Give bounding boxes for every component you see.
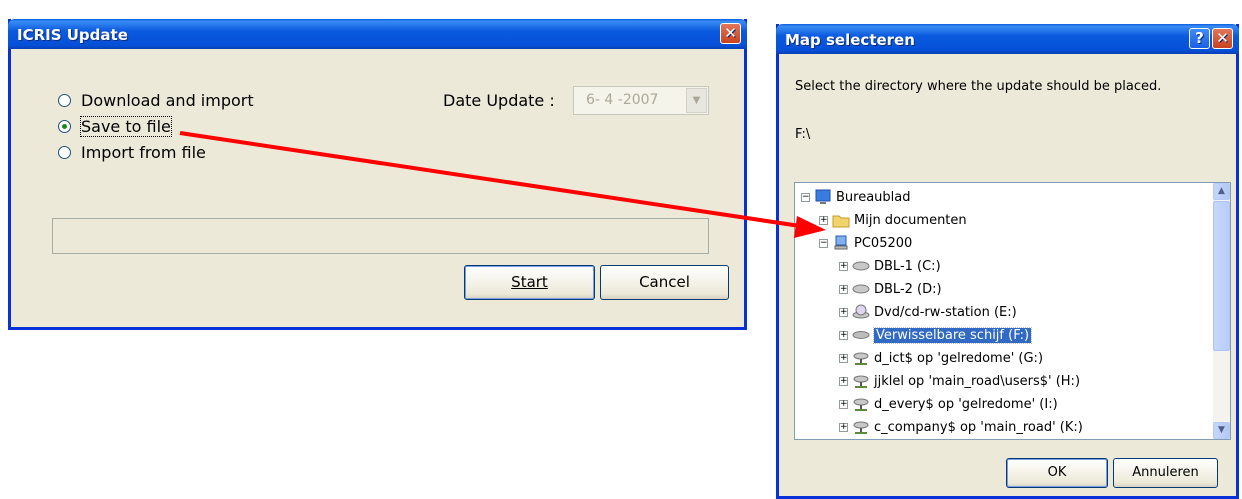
tree-item[interactable]: + Dvd/cd-rw-station (E:) [839,301,1017,323]
expand-icon[interactable]: + [839,376,848,386]
tree-item[interactable]: − Bureaublad [801,186,911,208]
drive-icon [852,258,874,274]
cancel-button-label: Cancel [639,273,690,291]
expand-icon[interactable]: + [819,215,828,225]
radio-icon[interactable] [58,94,71,107]
instruction-text: Select the directory where the update sh… [795,79,1162,94]
tree-item[interactable]: + c_company$ op 'main_road' (K:) [839,416,1083,438]
current-path: F:\ [795,127,811,142]
icris-title: ICRIS Update [17,26,128,44]
tree-item-label: Mijn documenten [854,212,967,228]
folder-tree[interactable]: ▲ ▼ − Bureaublad + Mijn documenten − PC05200 +… [794,182,1231,440]
tree-item[interactable]: + d_ict$ op 'gelredome' (G:) [839,347,1043,369]
tree-item-label: jjklel op 'main_road\users$' (H:) [874,373,1081,389]
tree-item-label: Verwisselbare schijf (F:) [872,326,1033,344]
option-save-to-file[interactable]: Save to file [58,116,172,137]
option-download-and-import[interactable]: Download and import [58,91,254,110]
close-icon[interactable]: ✕ [1212,28,1233,49]
network-drive-icon [852,396,874,412]
cancel-button[interactable]: Cancel [600,265,729,300]
network-drive-icon [852,373,874,389]
tree-item[interactable]: + Mijn documenten [819,209,967,231]
start-button[interactable]: Start [464,265,595,300]
radio-icon[interactable] [58,146,71,159]
expand-icon[interactable]: + [839,422,848,432]
tree-item[interactable]: + jjklel op 'main_road\users$' (H:) [839,370,1080,392]
radio-selected-icon[interactable] [58,120,71,133]
start-button-label: Start [511,273,548,291]
collapse-icon[interactable]: − [801,192,810,202]
network-drive-icon [852,419,874,435]
expand-icon[interactable]: + [839,307,848,317]
cd-drive-icon [852,304,874,320]
date-update-value: 6- 4 -2007 [586,92,659,108]
folder-title: Map selecteren [785,31,915,49]
option-import-from-file[interactable]: Import from file [58,143,206,162]
expand-icon[interactable]: + [839,261,848,271]
option-label: Save to file [80,116,172,137]
tree-item-label: d_every$ op 'gelredome' (I:) [874,396,1058,412]
tree-item-label: c_company$ op 'main_road' (K:) [874,419,1083,435]
tree-item-label: d_ict$ op 'gelredome' (G:) [874,350,1044,366]
annuleren-button[interactable]: Annuleren [1113,458,1218,488]
chevron-down-icon[interactable]: ▼ [686,88,707,113]
date-update-picker[interactable]: 6- 4 -2007 ▼ [573,86,709,115]
expand-icon[interactable]: + [839,353,848,363]
icris-body: Download and import Save to file Import … [11,49,744,327]
expand-icon[interactable]: + [839,399,848,409]
option-label: Import from file [81,143,206,162]
removable-drive-icon [852,327,874,343]
folder-body: Select the directory where the update sh… [779,54,1236,496]
progress-bar [52,218,709,254]
network-drive-icon [852,350,874,366]
ok-button-label: OK [1047,465,1067,480]
collapse-icon[interactable]: − [819,238,828,248]
annuleren-button-label: Annuleren [1132,465,1199,480]
icris-titlebar[interactable]: ICRIS Update ✕ [8,19,747,49]
scroll-thumb[interactable] [1213,201,1230,351]
tree-item[interactable]: + d_every$ op 'gelredome' (I:) [839,393,1058,415]
tree-item[interactable]: + DBL-1 (C:) [839,255,941,277]
tree-item-label: PC05200 [854,235,913,251]
folder-icon [832,212,854,228]
expand-icon[interactable]: + [839,330,848,340]
folder-titlebar[interactable]: Map selecteren ? ✕ [776,24,1239,54]
tree-item-label: DBL-1 (C:) [874,258,941,274]
tree-item[interactable]: + Verwisselbare schijf (F:) [839,324,1033,346]
folder-select-dialog: Map selecteren ? ✕ Select the directory … [776,24,1239,499]
scroll-down-icon[interactable]: ▼ [1213,422,1230,439]
tree-item[interactable]: + DBL-2 (D:) [839,278,942,300]
tree-scrollbar[interactable]: ▲ ▼ [1213,183,1230,439]
expand-icon[interactable]: + [839,284,848,294]
tree-item-label: Bureaublad [836,189,911,205]
drive-icon [852,281,874,297]
tree-item[interactable]: − PC05200 [819,232,912,254]
tree-item-label: DBL-2 (D:) [874,281,942,297]
scroll-up-icon[interactable]: ▲ [1213,183,1230,200]
option-label: Download and import [81,91,254,110]
ok-button[interactable]: OK [1006,458,1108,488]
desktop-icon [814,189,836,205]
help-icon[interactable]: ? [1189,28,1210,49]
close-icon[interactable]: ✕ [720,23,741,44]
icris-update-dialog: ICRIS Update ✕ Download and import Save … [8,19,747,330]
computer-icon [832,235,854,251]
tree-item-label: Dvd/cd-rw-station (E:) [874,304,1017,320]
date-update-label: Date Update : [443,91,555,110]
